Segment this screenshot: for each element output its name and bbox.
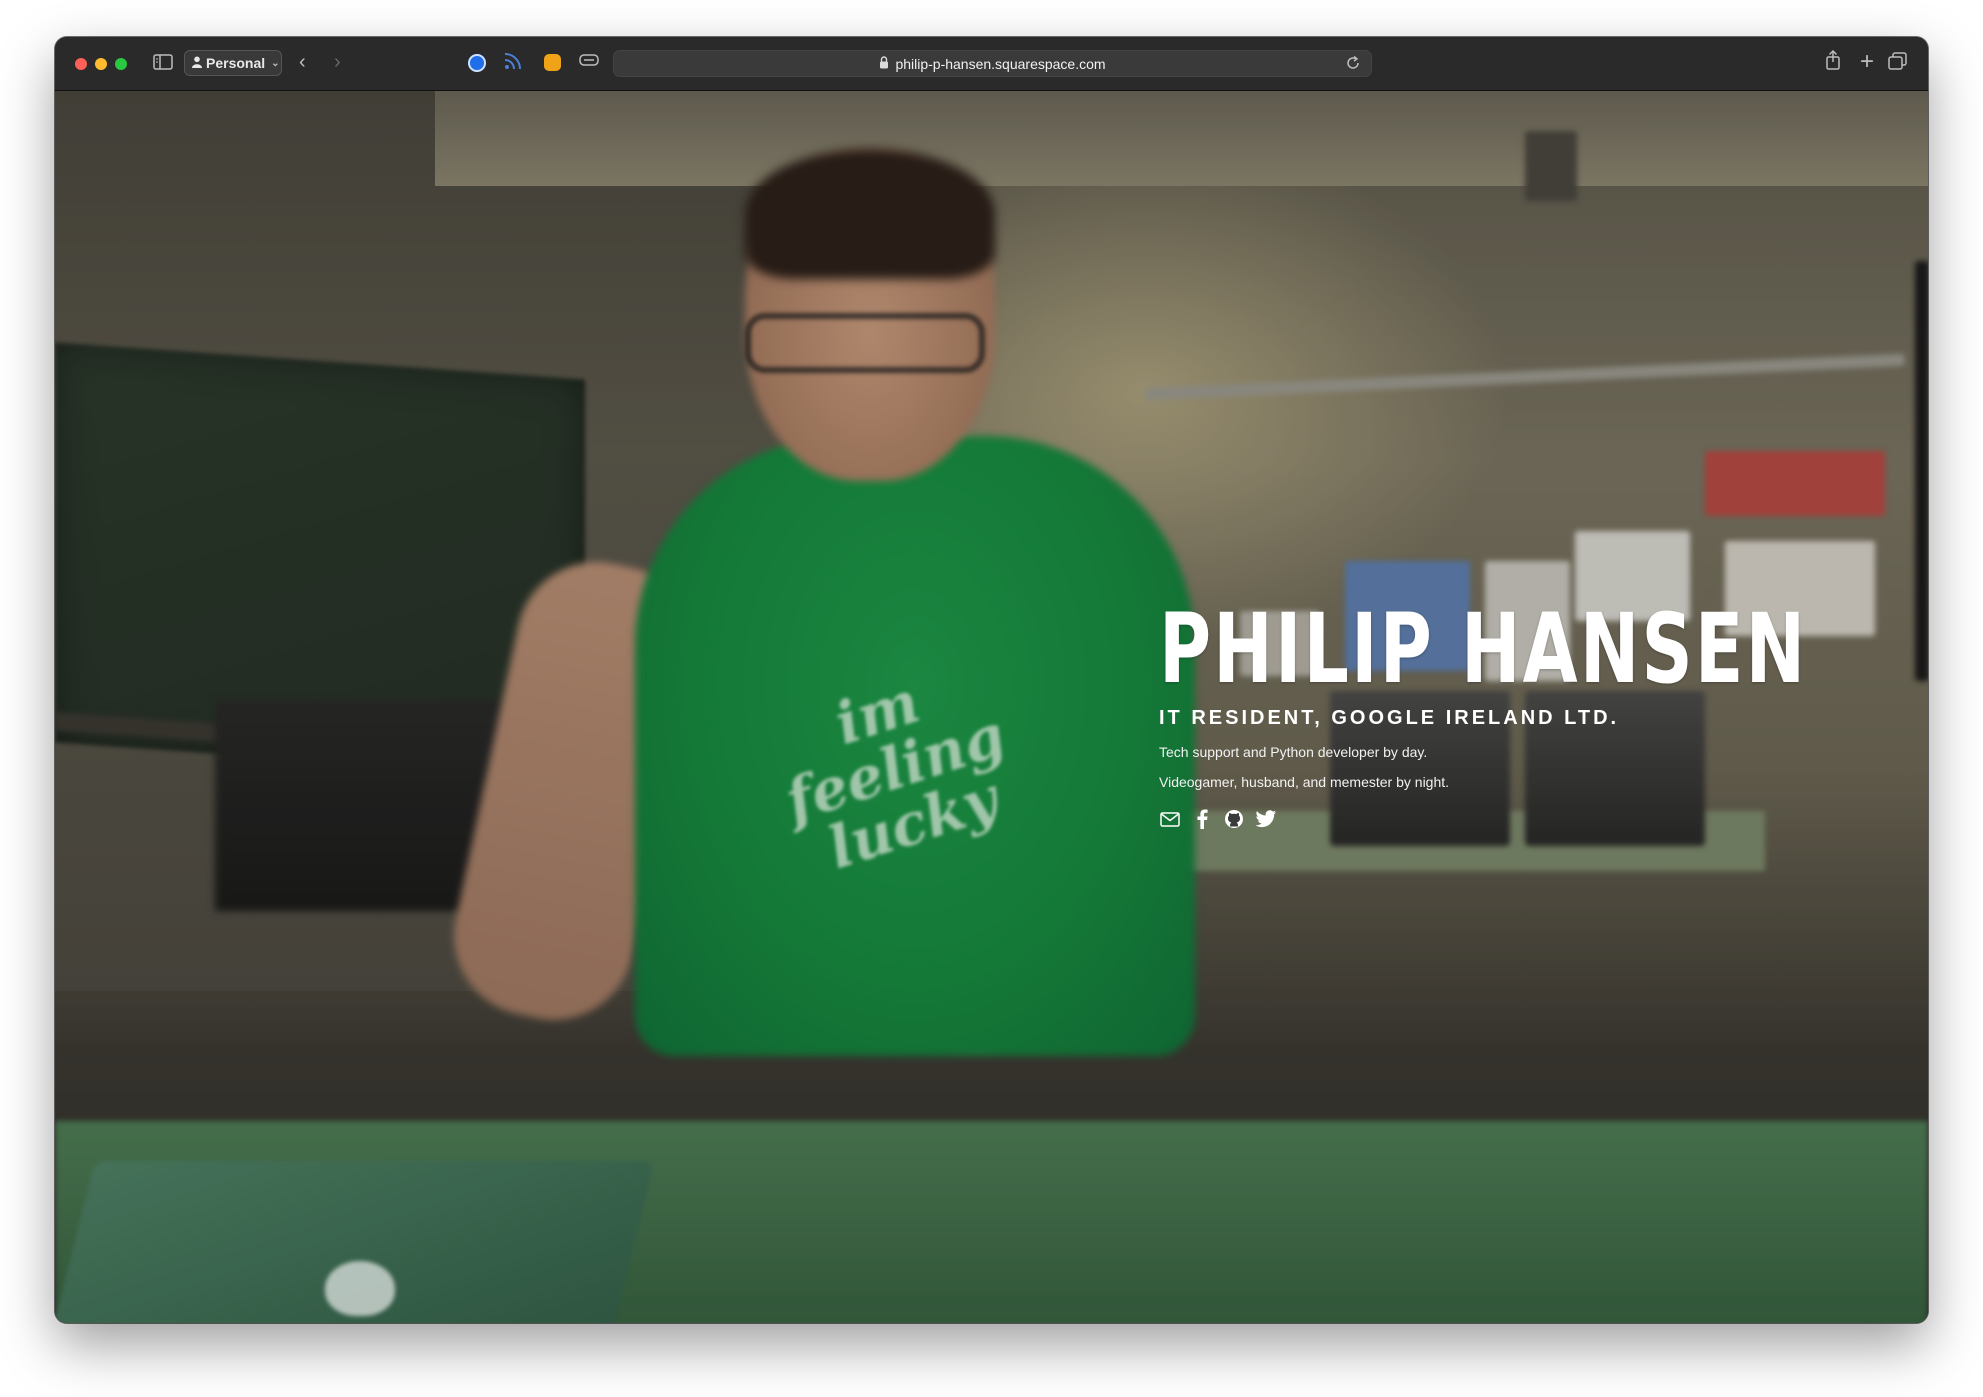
github-icon[interactable] (1223, 808, 1245, 830)
forward-icon[interactable]: › (334, 51, 341, 74)
reader-icon[interactable] (579, 52, 599, 75)
new-tab-icon[interactable]: + (1860, 48, 1874, 76)
extension-icon[interactable] (544, 54, 561, 71)
bio-line-night: Videogamer, husband, and memester by nig… (1159, 774, 1450, 790)
twitter-icon[interactable] (1255, 808, 1277, 830)
social-links (1159, 808, 1859, 830)
rss-icon[interactable] (504, 52, 522, 75)
hero-text: PHILIP HANSEN IT RESIDENT, GOOGLE IRELAN… (1159, 601, 1859, 830)
profile-label: Personal (206, 55, 266, 71)
profile-selector[interactable]: Personal ⌄ (184, 50, 282, 76)
bio-line-day: Tech support and Python developer by day… (1159, 744, 1428, 760)
chevron-down-icon: ⌄ (271, 57, 280, 69)
hero-section: im feeling lucky PHILIP HANSEN IT RESIDE… (55, 91, 1928, 1323)
minimize-window-button[interactable] (95, 58, 107, 70)
mail-icon[interactable] (1159, 808, 1181, 830)
address-bar[interactable]: philip-p-hansen.squarespace.com (613, 50, 1372, 77)
close-window-button[interactable] (75, 58, 87, 70)
back-icon[interactable]: ‹ (299, 51, 306, 74)
browser-window: Personal ⌄ ‹ › philip-p-hansen.squarespa… (55, 37, 1928, 1323)
zoom-window-button[interactable] (115, 58, 127, 70)
person-icon (192, 55, 202, 71)
password-manager-icon[interactable] (468, 54, 486, 72)
page-title: PHILIP HANSEN (1159, 593, 1808, 705)
job-title: IT RESIDENT, GOOGLE IRELAND LTD. (1159, 707, 1620, 729)
reload-icon[interactable] (1345, 55, 1361, 74)
lock-icon (879, 55, 889, 72)
sidebar-toggle-icon[interactable] (153, 53, 173, 76)
facebook-icon[interactable] (1191, 808, 1213, 830)
browser-toolbar: Personal ⌄ ‹ › philip-p-hansen.squarespa… (55, 37, 1928, 91)
share-icon[interactable] (1825, 49, 1841, 75)
tab-overview-icon[interactable] (1888, 52, 1908, 75)
url-text: philip-p-hansen.squarespace.com (895, 55, 1106, 72)
